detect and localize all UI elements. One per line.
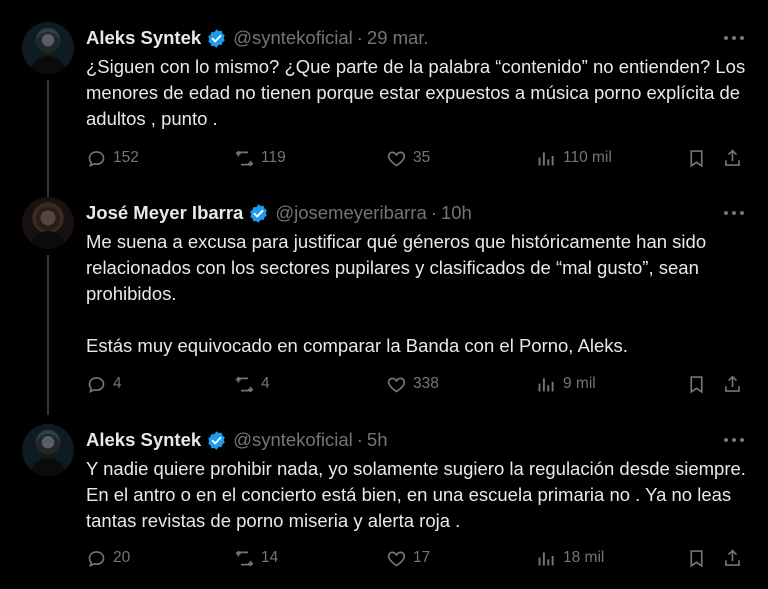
avatar-aleks-syntek[interactable] xyxy=(22,22,74,74)
tweet-header: Aleks Syntek @syntekoficial · 29 mar. xyxy=(86,26,429,50)
views-icon xyxy=(538,551,554,565)
tweet-header: José Meyer Ibarra @josemeyeribarra · 10h xyxy=(86,201,472,225)
separator-dot: · xyxy=(356,429,363,450)
repost-count: 4 xyxy=(261,375,270,392)
views-button[interactable]: 18 mil xyxy=(536,546,604,570)
thread-line xyxy=(47,80,49,210)
views-icon xyxy=(538,377,554,391)
repost-count: 14 xyxy=(261,549,279,566)
like-icon xyxy=(387,151,406,166)
author-name[interactable]: Aleks Syntek xyxy=(86,429,201,451)
tweet-time[interactable]: 10h xyxy=(441,202,472,224)
repost-count: 119 xyxy=(261,149,286,166)
reply-button[interactable]: 20 xyxy=(86,546,130,570)
like-icon xyxy=(387,551,406,566)
tweet-text: Y nadie quiere prohibir nada, yo solamen… xyxy=(86,458,746,531)
views-count: 18 mil xyxy=(563,549,605,566)
share-button[interactable] xyxy=(720,146,744,170)
views-button[interactable]: 9 mil xyxy=(536,372,596,396)
share-button[interactable] xyxy=(720,372,744,396)
tweet-actions: 152 119 35 110 mil xyxy=(86,146,746,170)
like-count: 17 xyxy=(413,549,431,566)
tweet-time[interactable]: 5h xyxy=(367,429,388,451)
more-icon[interactable] xyxy=(724,438,744,444)
bookmark-icon xyxy=(689,149,703,168)
reply-count: 4 xyxy=(113,375,122,392)
tweet-text: ¿Siguen con lo mismo? ¿Que parte de la p… xyxy=(86,56,746,129)
repost-button[interactable]: 4 xyxy=(234,372,270,396)
share-icon xyxy=(724,548,740,566)
reply-icon xyxy=(88,150,105,167)
avatar-aleks-syntek[interactable] xyxy=(22,424,74,476)
like-count: 35 xyxy=(413,149,431,166)
repost-icon xyxy=(235,150,254,166)
tweet-text: Me suena a excusa para justificar qué gé… xyxy=(86,231,707,356)
tweet-3[interactable]: Aleks Syntek @syntekoficial · 5h Y nadie… xyxy=(0,424,768,584)
author-handle[interactable]: @syntekoficial xyxy=(233,429,353,451)
bookmark-button[interactable] xyxy=(684,546,708,570)
reply-icon xyxy=(88,550,105,567)
reply-button[interactable]: 4 xyxy=(86,372,122,396)
author-handle[interactable]: @josemeyeribarra xyxy=(275,202,426,224)
bookmark-icon xyxy=(689,549,703,568)
repost-button[interactable]: 14 xyxy=(234,546,278,570)
share-button[interactable] xyxy=(720,546,744,570)
bookmark-icon xyxy=(689,375,703,394)
like-button[interactable]: 35 xyxy=(386,146,430,170)
avatar-jose-meyer-ibarra[interactable] xyxy=(22,197,74,249)
separator-dot: · xyxy=(356,27,363,48)
repost-button[interactable]: 119 xyxy=(234,146,286,170)
views-count: 110 mil xyxy=(563,149,612,166)
thread: Aleks Syntek @syntekoficial · 29 mar. ¿S… xyxy=(0,0,768,589)
reply-count: 20 xyxy=(113,549,131,566)
views-icon xyxy=(538,151,554,165)
tweet-header: Aleks Syntek @syntekoficial · 5h xyxy=(86,428,387,452)
like-button[interactable]: 17 xyxy=(386,546,430,570)
verified-icon xyxy=(208,28,225,48)
reply-icon xyxy=(88,376,105,393)
reply-button[interactable]: 152 xyxy=(86,146,139,170)
tweet-1[interactable]: Aleks Syntek @syntekoficial · 29 mar. ¿S… xyxy=(0,22,768,210)
more-icon[interactable] xyxy=(724,36,744,42)
repost-icon xyxy=(235,376,254,392)
tweet-actions: 4 4 338 9 mil xyxy=(86,372,746,396)
thread-line xyxy=(47,255,49,415)
bookmark-button[interactable] xyxy=(684,146,708,170)
views-count: 9 mil xyxy=(563,375,596,392)
author-name[interactable]: José Meyer Ibarra xyxy=(86,202,243,224)
bookmark-button[interactable] xyxy=(684,372,708,396)
tweet-actions: 20 14 17 18 mil xyxy=(86,546,746,570)
like-count: 338 xyxy=(413,375,439,392)
views-button[interactable]: 110 mil xyxy=(536,146,612,170)
like-icon xyxy=(387,377,406,392)
share-icon xyxy=(724,148,740,166)
repost-icon xyxy=(235,550,254,566)
reply-count: 152 xyxy=(113,149,139,166)
verified-icon xyxy=(250,203,268,223)
like-button[interactable]: 338 xyxy=(386,372,439,396)
share-icon xyxy=(724,374,740,392)
separator-dot: · xyxy=(430,202,437,223)
verified-icon xyxy=(208,430,225,450)
tweet-time[interactable]: 29 mar. xyxy=(367,27,429,49)
author-handle[interactable]: @syntekoficial xyxy=(233,27,353,49)
tweet-2[interactable]: José Meyer Ibarra @josemeyeribarra · 10h… xyxy=(0,197,768,415)
more-icon[interactable] xyxy=(724,211,744,217)
author-name[interactable]: Aleks Syntek xyxy=(86,27,201,49)
